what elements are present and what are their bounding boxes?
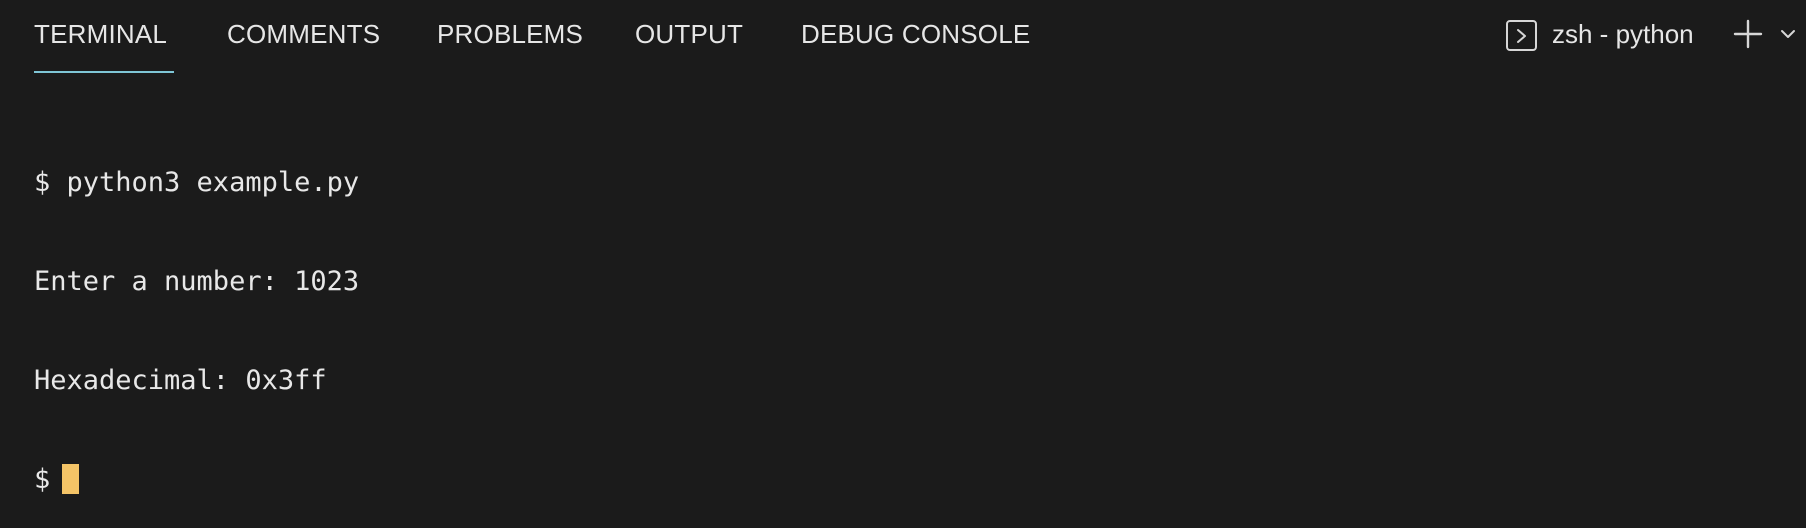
panel-tabs: TERMINAL COMMENTS PROBLEMS OUTPUT DEBUG … xyxy=(0,0,1400,74)
tab-problems[interactable]: PROBLEMS xyxy=(437,19,583,50)
terminal-line: $ python3 example.py xyxy=(34,167,360,198)
terminal-line: Hexadecimal: 0x3ff xyxy=(34,365,327,396)
tab-output[interactable]: OUTPUT xyxy=(635,19,743,50)
terminal-selector-label[interactable]: zsh - python xyxy=(1552,19,1694,50)
plus-icon[interactable] xyxy=(1732,18,1764,50)
chevron-right-icon xyxy=(1517,29,1526,43)
tab-debug-console[interactable]: DEBUG CONSOLE xyxy=(801,19,1030,50)
terminal-line: Enter a number: 1023 xyxy=(34,266,360,297)
terminal-panel: TERMINAL COMMENTS PROBLEMS OUTPUT DEBUG … xyxy=(0,0,1806,495)
active-tab-indicator xyxy=(34,71,174,73)
terminal-prompt: $ xyxy=(34,464,51,495)
terminal-cursor xyxy=(62,464,80,494)
terminal-prompt-line: $ xyxy=(34,463,1774,496)
terminal-icon[interactable] xyxy=(1506,20,1537,51)
terminal-output[interactable]: $ python3 example.py Enter a number: 102… xyxy=(34,100,1774,495)
chevron-down-icon[interactable] xyxy=(1780,28,1796,40)
tab-comments[interactable]: COMMENTS xyxy=(227,19,380,50)
tab-terminal[interactable]: TERMINAL xyxy=(34,19,167,50)
